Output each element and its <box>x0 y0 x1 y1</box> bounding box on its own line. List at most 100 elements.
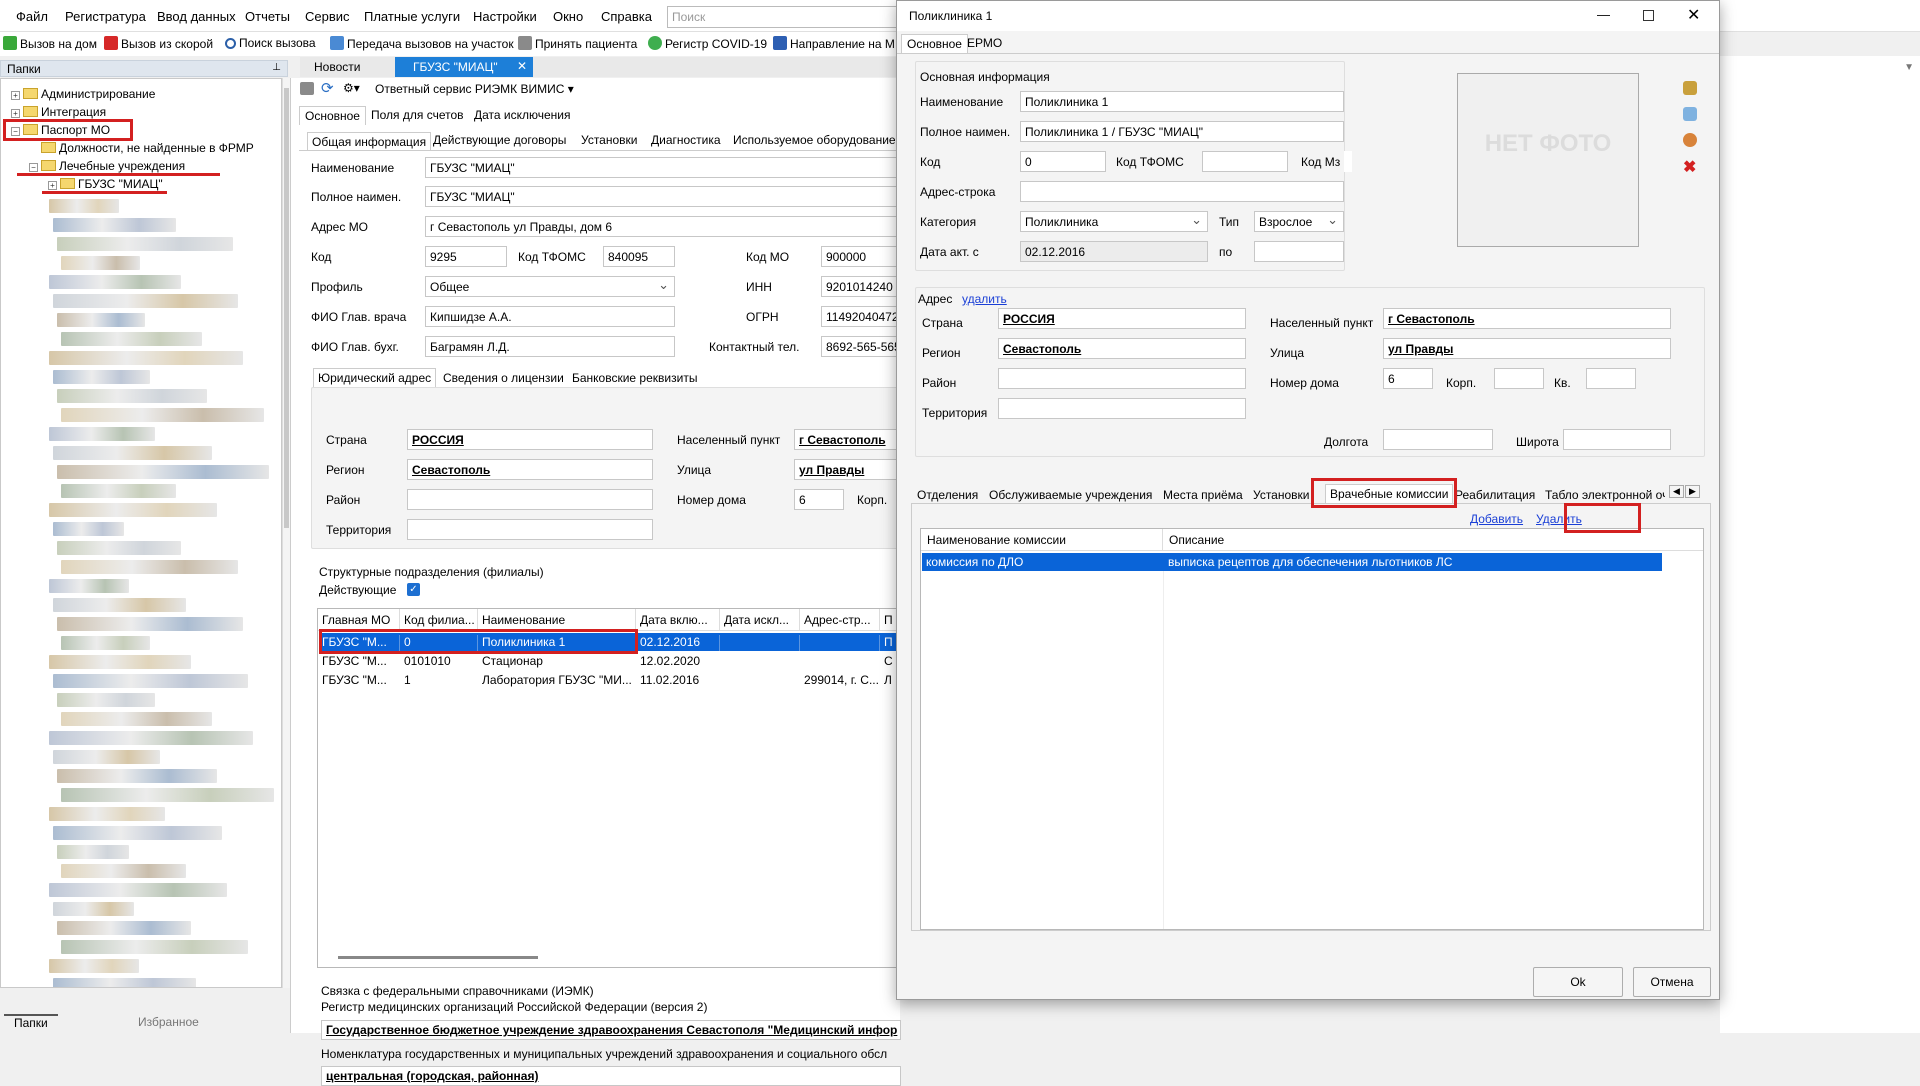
branches-col-header[interactable]: Адрес-стр... <box>800 609 880 631</box>
dlg-district-field[interactable] <box>998 368 1246 389</box>
blurred-tree-item[interactable] <box>49 807 165 821</box>
toolbar-transfer-calls[interactable]: Передача вызовов на участок <box>330 36 514 51</box>
chief-accountant-field[interactable]: Баграмян Л.Д. <box>425 336 675 357</box>
dlg-kv-field[interactable] <box>1586 368 1636 389</box>
blurred-tree-item[interactable] <box>61 636 150 650</box>
add-commission-link[interactable]: Добавить <box>1470 512 1523 526</box>
tab-medical-commissions[interactable]: Врачебные комиссии <box>1325 484 1454 503</box>
save-icon[interactable] <box>300 82 314 95</box>
tab-settings[interactable]: Установки <box>581 133 637 147</box>
tree-scrollbar[interactable] <box>282 78 290 988</box>
toolbar-ambulance-call[interactable]: Вызов из скорой <box>104 36 213 51</box>
blurred-tree-item[interactable] <box>61 256 140 270</box>
country-field[interactable]: РОССИЯ <box>407 429 653 450</box>
dlg-date-to-field[interactable] <box>1254 241 1344 262</box>
blurred-tree-item[interactable] <box>61 864 186 878</box>
tab-bank-details[interactable]: Банковские реквизиты <box>572 371 697 385</box>
branches-col-header[interactable]: Наименование <box>478 609 636 631</box>
menu-file[interactable]: Файл <box>16 9 48 24</box>
menu-data-entry[interactable]: Ввод данных <box>157 9 236 24</box>
blurred-tree-item[interactable] <box>57 617 243 631</box>
blurred-tree-item[interactable] <box>61 408 264 422</box>
branches-col-header[interactable]: Главная МО <box>318 609 400 631</box>
tree-item-passport-mo[interactable]: − Паспорт МО <box>11 123 110 137</box>
house-field[interactable]: 6 <box>794 489 844 510</box>
photo-delete-icon[interactable]: ✖ <box>1683 157 1696 177</box>
branches-col-header[interactable]: Дата вклю... <box>636 609 720 631</box>
dlg-region-field[interactable]: Севастополь <box>998 338 1246 359</box>
table-row[interactable]: комиссия по ДЛО выписка рецептов для обе… <box>922 553 1662 571</box>
blurred-tree-item[interactable] <box>57 693 155 707</box>
chevron-down-icon[interactable]: ▼ <box>1904 62 1914 73</box>
tab-exclusion-date[interactable]: Дата исключения <box>474 108 571 122</box>
blurred-tree-item[interactable] <box>49 199 119 213</box>
tab-dlg-settings[interactable]: Установки <box>1253 488 1309 502</box>
blurred-tree-item[interactable] <box>57 465 269 479</box>
blurred-tree-item[interactable] <box>61 560 238 574</box>
toolbar-covid-register[interactable]: Регистр COVID-19 <box>648 36 767 51</box>
maximize-button[interactable] <box>1643 10 1654 21</box>
menu-service[interactable]: Сервис <box>305 9 350 24</box>
inn-field[interactable]: 9201014240 <box>821 276 901 297</box>
address-delete-link[interactable]: удалить <box>962 292 1007 306</box>
blurred-tree-item[interactable] <box>49 655 191 669</box>
blurred-tree-item[interactable] <box>53 674 248 688</box>
dlg-addr-field[interactable] <box>1020 181 1344 202</box>
blurred-tree-item[interactable] <box>57 769 217 783</box>
dlg-type-select[interactable]: Взрослое <box>1254 211 1344 232</box>
branches-col-header[interactable]: Дата искл... <box>720 609 800 631</box>
ogrn-field[interactable]: 114920404729 <box>821 306 901 327</box>
blurred-tree-item[interactable] <box>53 218 176 232</box>
delete-commission-link[interactable]: Удалить <box>1536 512 1582 526</box>
tree-item-medical-institutions[interactable]: − Лечебные учреждения <box>29 159 185 173</box>
chief-doctor-field[interactable]: Кипшидзе А.А. <box>425 306 675 327</box>
menu-settings[interactable]: Настройки <box>473 9 537 24</box>
tabs-scroll-right[interactable]: ▶ <box>1685 485 1700 498</box>
blurred-tree-item[interactable] <box>57 921 191 935</box>
tab-legal-address[interactable]: Юридический адрес <box>313 368 437 387</box>
street-field[interactable]: ул Правды <box>794 459 902 480</box>
blurred-tree-item[interactable] <box>53 598 186 612</box>
toolbar-referral[interactable]: Направление на М <box>773 36 895 51</box>
menu-paid-services[interactable]: Платные услуги <box>364 9 460 24</box>
tree-item-miac[interactable]: + ГБУЗС "МИАЦ" <box>48 177 163 191</box>
search-input[interactable]: Поиск <box>667 6 897 28</box>
blurred-tree-item[interactable] <box>61 332 202 346</box>
code-field[interactable]: 9295 <box>425 246 507 267</box>
full-name-field[interactable]: ГБУЗС "МИАЦ" <box>425 186 901 207</box>
territory-field[interactable] <box>407 519 653 540</box>
tab-invoice-fields[interactable]: Поля для счетов <box>371 108 464 122</box>
phone-field[interactable]: 8692-565-565 <box>821 336 901 357</box>
tab-favorites[interactable]: Избранное <box>138 1015 199 1029</box>
refresh-icon[interactable]: ⟳ <box>321 79 334 97</box>
tab-ermo[interactable]: ЕРМО <box>967 36 1002 50</box>
name-field[interactable]: ГБУЗС "МИАЦ" <box>425 157 901 178</box>
tab-served-institutions[interactable]: Обслуживаемые учреждения <box>989 488 1152 502</box>
tab-general-info[interactable]: Общая информация <box>307 132 432 151</box>
toolbar-accept-patient[interactable]: Принять пациента <box>518 36 637 51</box>
blurred-tree-item[interactable] <box>61 788 274 802</box>
blurred-tree-item[interactable] <box>53 522 124 536</box>
blurred-tree-item[interactable] <box>49 351 243 365</box>
blurred-tree-item[interactable] <box>53 294 238 308</box>
blurred-tree-item[interactable] <box>57 237 233 251</box>
tab-reception-places[interactable]: Места приёма <box>1163 488 1243 502</box>
settlement-field[interactable]: г Севастополь <box>794 429 902 450</box>
blurred-tree-item[interactable] <box>53 750 160 764</box>
tree-item-admin[interactable]: + Администрирование <box>11 87 155 101</box>
district-field[interactable] <box>407 489 653 510</box>
dlg-territory-field[interactable] <box>998 398 1246 419</box>
tab-license[interactable]: Сведения о лицензии <box>443 371 564 385</box>
menu-reports[interactable]: Отчеты <box>245 9 290 24</box>
branches-col-header[interactable]: Код филиа... <box>400 609 478 631</box>
tab-dialog-basic[interactable]: Основное <box>901 34 968 53</box>
blurred-tree-item[interactable] <box>49 959 139 973</box>
tree-item-positions[interactable]: Должности, не найденные в ФРМР <box>41 141 254 155</box>
tab-folders[interactable]: Папки <box>4 1014 58 1030</box>
blurred-tree-item[interactable] <box>53 826 222 840</box>
blurred-tree-item[interactable] <box>57 389 207 403</box>
blurred-tree-item[interactable] <box>53 370 150 384</box>
dlg-country-field[interactable]: РОССИЯ <box>998 308 1246 329</box>
blurred-tree-item[interactable] <box>49 883 227 897</box>
tab-news[interactable]: Новости <box>314 60 360 74</box>
